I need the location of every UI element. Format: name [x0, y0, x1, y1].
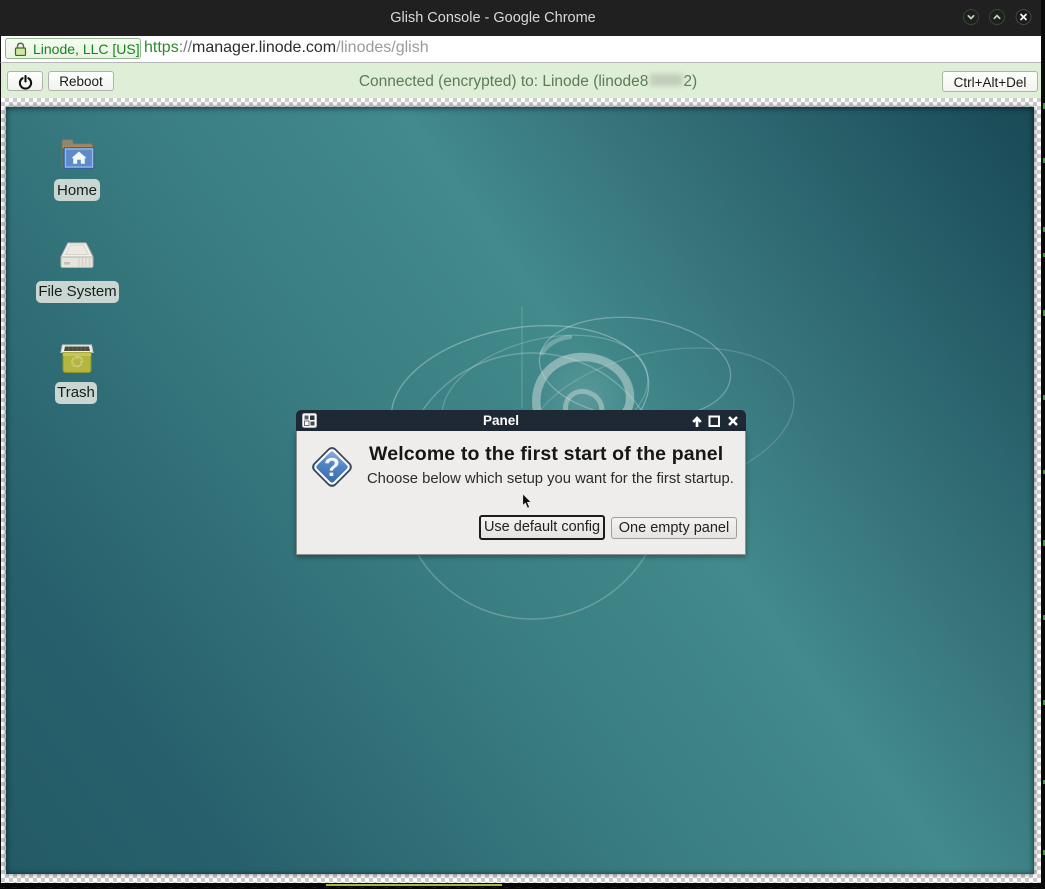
svg-text:?: ? [324, 452, 340, 482]
